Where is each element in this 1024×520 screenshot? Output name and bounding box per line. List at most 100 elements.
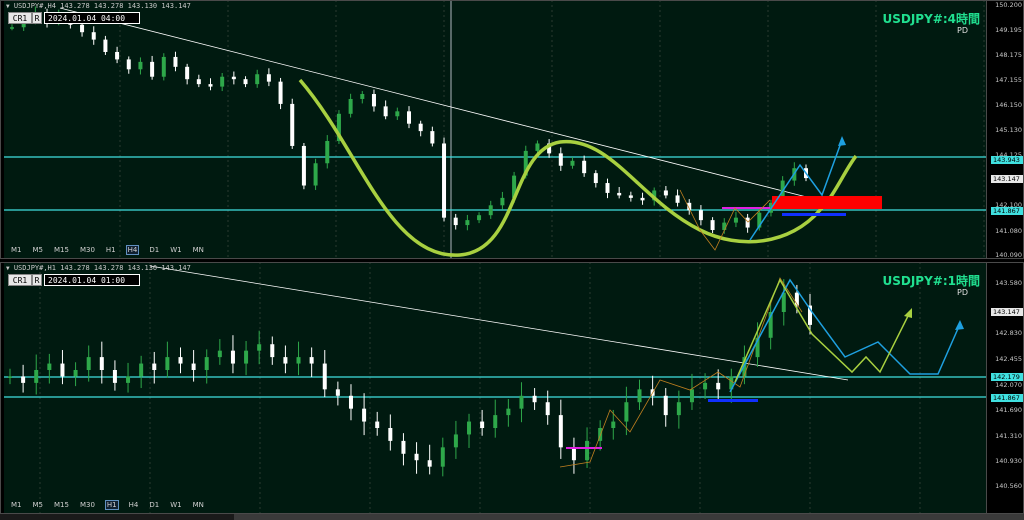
candle-body [196, 79, 201, 85]
candle-body [519, 395, 524, 409]
candle-body [532, 395, 537, 403]
candle-body [585, 440, 590, 461]
candle-body [628, 195, 633, 198]
candle-body [266, 74, 271, 82]
timeframe-h1[interactable]: H1 [104, 500, 119, 510]
timeframe-d1[interactable]: D1 [148, 246, 160, 254]
candle-body [663, 395, 668, 416]
candle-body [427, 460, 432, 467]
candle-body [10, 27, 14, 29]
candle-body [191, 363, 196, 370]
forecast-arrow-icon [904, 308, 912, 318]
h1-r-label[interactable]: R [32, 274, 42, 286]
candle-body [383, 106, 388, 117]
current-price-label: 143.147 [991, 175, 1023, 184]
forecast-arrow-icon [955, 320, 964, 330]
timeframe-m15[interactable]: M15 [53, 501, 70, 509]
forecast-path-green [734, 278, 911, 383]
h4-plot-svg [4, 0, 986, 259]
h4-chart-pane[interactable]: ▼ USDJPY#,H4 143.278 143.278 143.130 143… [0, 0, 1024, 259]
price-tick: 150.200 [995, 1, 1022, 9]
candle-body [73, 370, 78, 377]
candle-body [296, 357, 301, 364]
h1-pd-label: PD [957, 288, 968, 297]
candle-body [335, 389, 340, 396]
candle-body [477, 215, 482, 221]
candle-body [375, 421, 380, 428]
timeframe-m15[interactable]: M15 [53, 246, 70, 254]
candle-body [185, 66, 190, 80]
forecast-path [749, 139, 843, 241]
candle-body [243, 79, 248, 85]
candle-body [593, 173, 598, 184]
h1-symbol-line: USDJPY#,H1 143.278 143.278 143.130 143.1… [13, 264, 191, 272]
candle-body [348, 395, 353, 409]
timeframe-h1[interactable]: H1 [105, 246, 117, 254]
candle-body [103, 39, 108, 52]
h1-timeframe-bar: M1 M5 M15 M30 H1 H4 D1 W1 MN [10, 500, 214, 510]
candle-body [401, 440, 406, 454]
price-tick: 140.930 [995, 457, 1022, 466]
h4-chart-title: USDJPY#:4時間 [882, 12, 980, 26]
h4-date-label: 2024.01.04 04:00 [44, 12, 140, 24]
scrollbar-thumb[interactable] [234, 514, 1024, 520]
timeframe-h4[interactable]: H4 [128, 501, 140, 509]
candle-body [493, 415, 498, 428]
candle-body [453, 217, 458, 226]
timeframe-w1[interactable]: W1 [169, 246, 182, 254]
candle-body [47, 363, 52, 370]
candle-body [217, 350, 222, 358]
candle-body [301, 145, 306, 186]
candle-body [745, 217, 750, 228]
price-tick: 140.560 [995, 482, 1022, 490]
timeframe-m1[interactable]: M1 [10, 246, 23, 254]
timeframe-m5[interactable]: M5 [32, 501, 45, 509]
h1-cr-label[interactable]: CR1 [8, 274, 32, 286]
candle-body [637, 389, 642, 403]
magenta-zone [566, 447, 602, 449]
price-tick: 149.195 [995, 25, 1022, 34]
candle-body [570, 160, 575, 166]
timeframe-d1[interactable]: D1 [148, 501, 160, 509]
candle-body [414, 453, 419, 461]
timeframe-mn[interactable]: MN [192, 501, 205, 509]
candle-body [388, 428, 393, 441]
timeframe-m5[interactable]: M5 [32, 246, 45, 254]
collapse-triangle-icon[interactable]: ▼ [6, 265, 10, 272]
candle-body [278, 81, 283, 104]
collapse-triangle-icon[interactable]: ▼ [6, 3, 10, 10]
h4-price-axis: 150.200 149.195 148.175 147.155 146.150 145.1… [986, 0, 1024, 259]
timeframe-m30[interactable]: M30 [79, 501, 96, 509]
h4-r-label[interactable]: R [32, 12, 42, 24]
candle-body [150, 61, 155, 77]
timeframe-m30[interactable]: M30 [79, 246, 96, 254]
trend-line [59, 7, 851, 209]
h1-price-axis: 143.580 143.147 142.830 142.455 142.070 141.6… [986, 262, 1024, 514]
h1-date-label: 2024.01.04 01:00 [44, 274, 140, 286]
candle-body [506, 408, 511, 416]
timeframe-w1[interactable]: W1 [169, 501, 182, 509]
horizontal-scrollbar[interactable] [0, 514, 1024, 520]
price-tick: 142.830 [995, 329, 1022, 338]
timeframe-mn[interactable]: MN [192, 246, 205, 254]
candle-body [313, 163, 318, 186]
h1-plot-svg [4, 262, 986, 514]
candle-body [430, 131, 435, 144]
h1-chart-pane[interactable]: ▼ USDJPY#,H1 143.278 143.278 143.130 143… [0, 262, 1024, 514]
candle-body [178, 357, 183, 364]
candle-body [173, 56, 178, 67]
h4-cr-label[interactable]: CR1 [8, 12, 32, 24]
candle-body [230, 350, 235, 364]
candle-body [138, 61, 143, 70]
candle-body [689, 389, 694, 403]
timeframe-m1[interactable]: M1 [10, 501, 23, 509]
candle-body [60, 363, 65, 377]
candle-body [605, 183, 610, 193]
candle-body [112, 370, 117, 383]
support-zone [782, 213, 846, 216]
price-tick: 143.580 [995, 279, 1022, 287]
timeframe-h4[interactable]: H4 [125, 245, 140, 255]
price-tick: 148.175 [995, 51, 1022, 60]
upper-level-price-label: 142.179 [991, 373, 1023, 382]
lower-level-price-label: 141.867 [991, 207, 1023, 216]
